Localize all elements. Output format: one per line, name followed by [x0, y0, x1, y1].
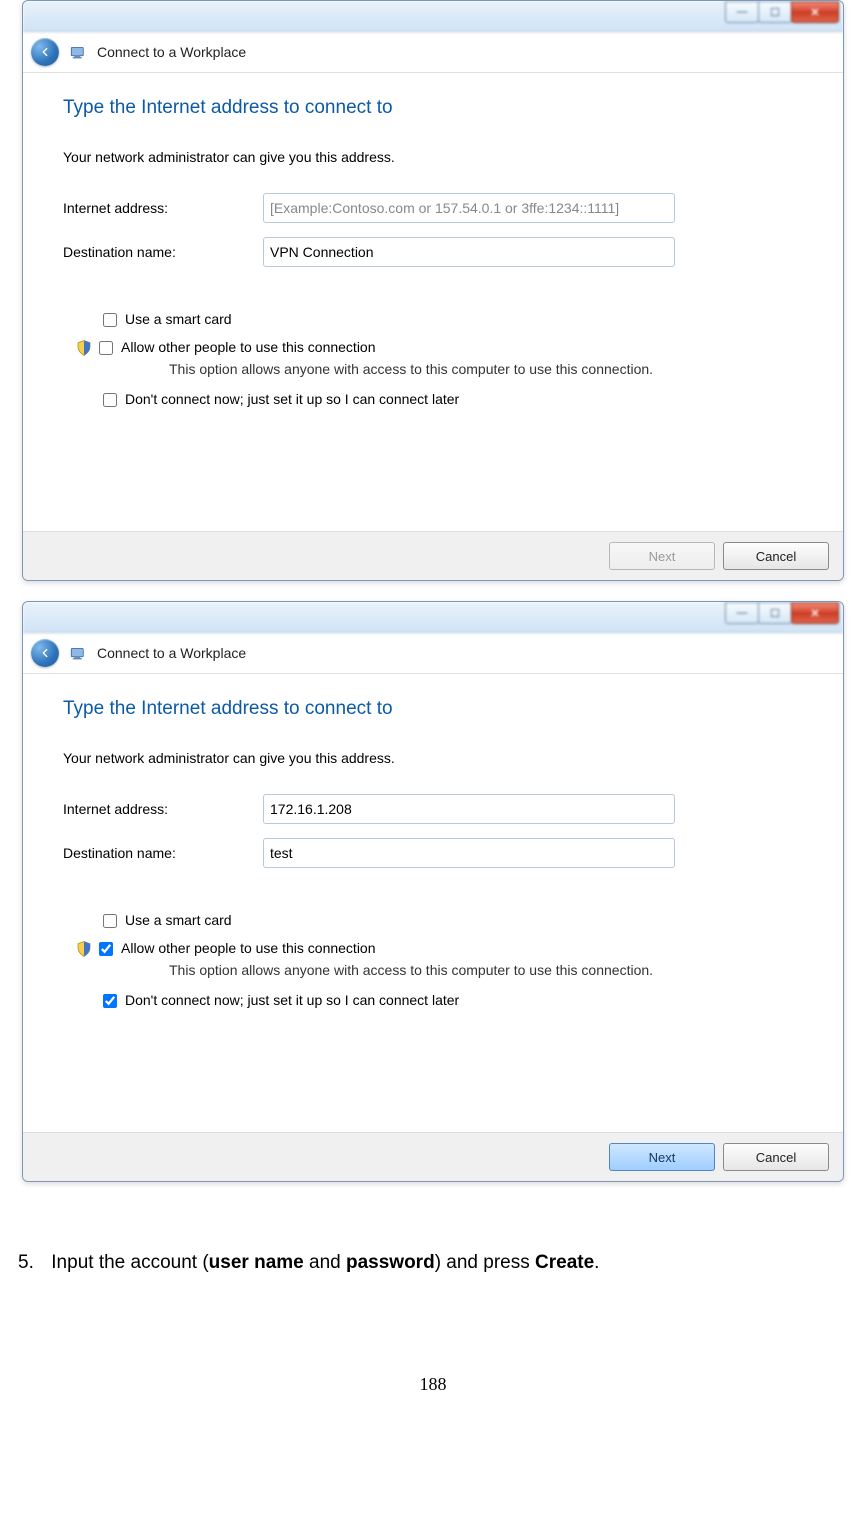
smartcard-checkbox[interactable] — [103, 914, 117, 928]
navbar: Connect to a Workplace — [23, 633, 843, 674]
allow-others-sublabel: This option allows anyone with access to… — [169, 962, 803, 978]
instruction-bold-password: password — [346, 1252, 435, 1273]
workplace-icon — [69, 644, 87, 662]
shield-icon — [75, 940, 93, 958]
step-number: 5. — [18, 1252, 46, 1274]
allow-others-sublabel: This option allows anyone with access to… — [169, 361, 803, 377]
allow-others-checkbox[interactable] — [99, 942, 113, 956]
page-subtext: Your network administrator can give you … — [63, 750, 803, 766]
dont-connect-label: Don't connect now; just set it up so I c… — [125, 391, 459, 407]
back-button[interactable] — [31, 639, 59, 667]
allow-others-label: Allow other people to use this connectio… — [121, 339, 376, 355]
page-subtext: Your network administrator can give you … — [63, 149, 803, 165]
maximize-button[interactable]: ☐ — [758, 1, 792, 23]
maximize-button[interactable]: ☐ — [758, 602, 792, 624]
next-button[interactable]: Next — [609, 542, 715, 570]
dont-connect-label: Don't connect now; just set it up so I c… — [125, 992, 459, 1008]
close-button[interactable]: ✕ — [791, 602, 839, 624]
workplace-icon — [69, 43, 87, 61]
allow-others-label: Allow other people to use this connectio… — [121, 940, 376, 956]
internet-address-input[interactable] — [263, 794, 675, 824]
instruction-bold-create: Create — [535, 1252, 594, 1273]
internet-address-label: Internet address: — [63, 200, 263, 216]
close-button[interactable]: ✕ — [791, 1, 839, 23]
instruction-step-5: 5. Input the account (user name and pass… — [18, 1252, 866, 1274]
destination-name-input[interactable] — [263, 838, 675, 868]
instruction-text-2: and — [304, 1252, 346, 1273]
wizard-window-1: — ☐ ✕ Connect to a Workplace Type the In… — [22, 0, 844, 581]
cancel-button[interactable]: Cancel — [723, 1143, 829, 1171]
smartcard-checkbox[interactable] — [103, 313, 117, 327]
internet-address-label: Internet address: — [63, 801, 263, 817]
wizard-window-2: — ☐ ✕ Connect to a Workplace Type the In… — [22, 601, 844, 1182]
wizard-title: Connect to a Workplace — [97, 44, 246, 60]
instruction-bold-username: user name — [209, 1252, 304, 1273]
back-button[interactable] — [31, 38, 59, 66]
instruction-text-3: ) and press — [435, 1252, 535, 1273]
page-heading: Type the Internet address to connect to — [63, 97, 803, 119]
wizard-title: Connect to a Workplace — [97, 645, 246, 661]
destination-name-input[interactable] — [263, 237, 675, 267]
cancel-button[interactable]: Cancel — [723, 542, 829, 570]
instruction-text-4: . — [594, 1252, 599, 1273]
destination-name-label: Destination name: — [63, 244, 263, 260]
internet-address-input[interactable] — [263, 193, 675, 223]
titlebar: — ☐ ✕ — [23, 602, 843, 633]
allow-others-checkbox[interactable] — [99, 341, 113, 355]
navbar: Connect to a Workplace — [23, 32, 843, 73]
dont-connect-checkbox[interactable] — [103, 994, 117, 1008]
destination-name-label: Destination name: — [63, 845, 263, 861]
shield-icon — [75, 339, 93, 357]
dont-connect-checkbox[interactable] — [103, 393, 117, 407]
smartcard-label: Use a smart card — [125, 311, 232, 327]
minimize-button[interactable]: — — [725, 1, 759, 23]
minimize-button[interactable]: — — [725, 602, 759, 624]
instruction-text-1: Input the account ( — [51, 1252, 208, 1273]
page-heading: Type the Internet address to connect to — [63, 698, 803, 720]
titlebar: — ☐ ✕ — [23, 1, 843, 32]
next-button[interactable]: Next — [609, 1143, 715, 1171]
smartcard-label: Use a smart card — [125, 912, 232, 928]
page-number: 188 — [0, 1374, 866, 1395]
